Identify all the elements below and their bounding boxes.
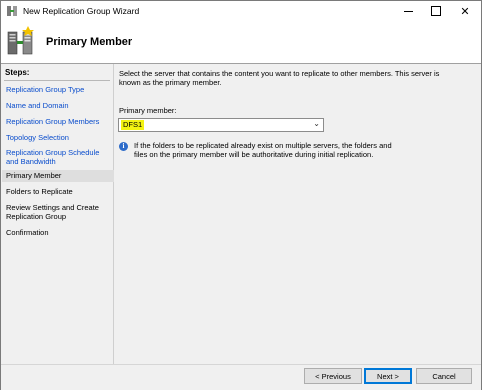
close-button[interactable]: ✕ (451, 1, 479, 21)
steps-divider (4, 80, 110, 81)
title-bar[interactable]: New Replication Group Wizard ✕ (1, 1, 481, 21)
info-icon: i (119, 142, 128, 151)
minimize-button[interactable] (394, 1, 422, 21)
close-icon: ✕ (460, 5, 470, 18)
step-replication-group-type[interactable]: Replication Group Type (6, 85, 110, 94)
cancel-button[interactable]: Cancel (416, 368, 472, 384)
app-icon (7, 6, 17, 16)
maximize-icon (431, 6, 441, 16)
next-button[interactable]: Next > (364, 368, 412, 384)
page-description: Select the server that contains the cont… (119, 69, 440, 87)
replication-server-icon (7, 26, 34, 55)
step-primary-member: Primary Member (2, 170, 114, 182)
window-title: New Replication Group Wizard (23, 6, 140, 16)
step-topology-selection[interactable]: Topology Selection (6, 133, 110, 142)
step-review-settings: Review Settings and Create Replication G… (6, 203, 99, 221)
steps-label: Steps: (5, 68, 30, 77)
step-name-and-domain[interactable]: Name and Domain (6, 101, 110, 110)
main-panel: Select the server that contains the cont… (114, 64, 481, 364)
wizard-header: Primary Member (1, 21, 481, 64)
primary-member-select[interactable]: DFS1 ⌄ (118, 118, 324, 132)
step-replication-group-members[interactable]: Replication Group Members (6, 117, 110, 126)
wizard-window: New Replication Group Wizard ✕ Primary M… (0, 0, 482, 390)
step-schedule-and-bandwidth[interactable]: Replication Group Schedule and Bandwidth (6, 148, 110, 166)
previous-button[interactable]: < Previous (304, 368, 362, 384)
info-text: If the folders to be replicated already … (134, 141, 392, 159)
wizard-footer: < Previous Next > Cancel (1, 364, 481, 390)
primary-member-value: DFS1 (121, 120, 145, 130)
primary-member-label: Primary member: (119, 106, 177, 115)
step-folders-to-replicate: Folders to Replicate (6, 187, 73, 196)
maximize-button[interactable] (422, 1, 450, 21)
steps-sidebar: Steps: Replication Group Type Name and D… (1, 64, 114, 364)
step-confirmation: Confirmation (6, 228, 49, 237)
chevron-down-icon[interactable]: ⌄ (313, 119, 320, 128)
minimize-icon (403, 10, 413, 12)
page-title: Primary Member (46, 36, 133, 48)
